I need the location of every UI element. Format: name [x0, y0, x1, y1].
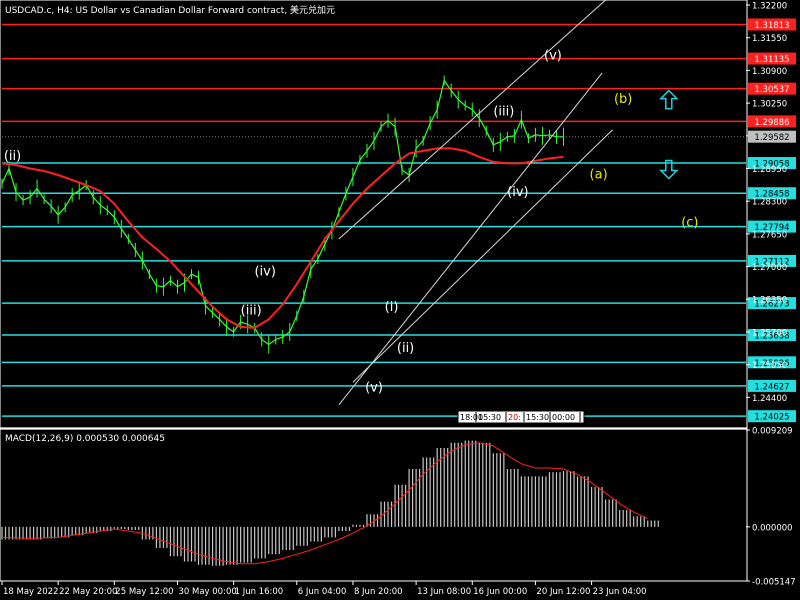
level-price-label: 1.30537	[754, 85, 789, 95]
price-axis-label: 1.30250	[752, 100, 787, 110]
time-axis-label: 23 Jun 04:00	[593, 587, 647, 597]
price-axis-label: 1.25700	[752, 328, 787, 338]
level-price-label: 1.29886	[754, 118, 789, 128]
time-scroll-label: 20:	[508, 413, 521, 422]
chart-canvas[interactable]: (ii) (iv) (iii) (i) (ii) (v) (iii) (iv) (v) (b) (a…	[0, 0, 800, 600]
level-price-label: 1.24627	[754, 382, 789, 392]
time-scroll-label: 15:30	[478, 413, 501, 422]
time-axis-label: 30 May 00:00	[178, 587, 236, 597]
price-axis-label: 1.28300	[752, 198, 787, 208]
current-price-label: 1.29582	[754, 133, 789, 143]
wave-label: (iv)	[254, 265, 275, 280]
time-axis-label: 16 Jun 00:00	[473, 587, 527, 597]
price-axis-label: 1.25050	[752, 361, 787, 371]
chart-background	[0, 0, 800, 600]
price-axis-label: 1.32200	[752, 2, 787, 12]
wave-label: (v)	[365, 380, 383, 395]
level-price-label: 1.24025	[754, 413, 789, 423]
wave-label: (iii)	[241, 303, 262, 318]
time-scroll-label: 15:30	[526, 413, 549, 422]
chart-title: USDCAD.c, H4: US Dollar vs Canadian Doll…	[5, 4, 335, 16]
time-axis-label: 1 Jun 16:00	[235, 587, 284, 597]
wave-label: (b)	[614, 92, 632, 107]
time-axis-label: 20 Jun 12:00	[536, 587, 590, 597]
time-axis-label: 18 May 2022	[3, 587, 58, 597]
macd-axis-label: 0.009209	[752, 427, 793, 437]
price-axis-label: 1.31550	[752, 34, 787, 44]
price-axis-label: 1.24400	[752, 394, 787, 404]
time-axis-label: 13 Jun 08:00	[417, 587, 471, 597]
wave-label: (v)	[544, 48, 562, 63]
time-scroll-labels[interactable]: 18:0015:30 20: 15:30 00:00	[457, 410, 585, 424]
wave-label: (a)	[590, 168, 608, 183]
macd-title: MACD(12,26,9) 0.000530 0.000645	[5, 434, 165, 444]
wave-label: (iii)	[493, 105, 514, 120]
time-scroll-label: 00:00	[552, 413, 575, 422]
macd-axis-label: -0.005147	[752, 578, 796, 588]
wave-label: (ii)	[4, 149, 21, 164]
wave-label: (iv)	[507, 185, 528, 200]
wave-label: (i)	[385, 300, 399, 315]
time-axis-label: 8 Jun 20:00	[354, 587, 403, 597]
time-axis-label: 22 May 20:00	[59, 587, 117, 597]
time-axis-label: 6 Jun 04:00	[298, 587, 347, 597]
wave-label: (c)	[681, 215, 698, 230]
level-price-label: 1.31813	[754, 21, 789, 31]
price-axis-label: 1.28950	[752, 165, 787, 175]
price-axis-label: 1.30900	[752, 67, 787, 77]
wave-label: (ii)	[397, 341, 414, 356]
macd-axis-label: 0.000000	[752, 523, 793, 533]
price-axis-label: 1.27650	[752, 230, 787, 240]
time-axis-label: 25 May 12:00	[115, 587, 173, 597]
price-axis-label: 1.26350	[752, 296, 787, 306]
level-price-label: 1.31135	[754, 55, 789, 65]
price-axis-label: 1.27000	[752, 263, 787, 273]
